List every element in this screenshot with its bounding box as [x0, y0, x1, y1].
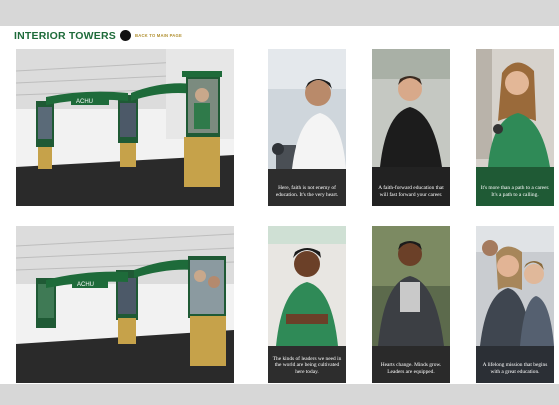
- poster-2[interactable]: A faith-forward education that will fast…: [372, 49, 450, 206]
- photo-placeholder-icon: [372, 49, 450, 206]
- poster-4[interactable]: The kinds of leaders we need in the worl…: [268, 226, 346, 383]
- page-title: INTERIOR TOWERS: [14, 30, 116, 42]
- back-link-label: BACK TO MAIN PAGE: [135, 32, 182, 38]
- tower-render-2[interactable]: ACHU: [16, 226, 234, 383]
- poster-1[interactable]: Here, faith is not enemy of education. I…: [268, 49, 346, 206]
- photo-placeholder-icon: [476, 49, 554, 206]
- tower-render-illustration: ACHU: [16, 226, 234, 383]
- poster-caption: A lifelong mission that begins with a gr…: [482, 362, 548, 375]
- poster-3[interactable]: It's more than a path to a career. It's …: [476, 49, 554, 206]
- poster-caption: Hearts change. Minds grow. Leaders are e…: [380, 362, 442, 375]
- photo-placeholder-icon: [268, 49, 346, 206]
- poster-caption: Here, faith is not enemy of education. I…: [275, 185, 339, 198]
- top-band: [0, 0, 559, 26]
- tower-render-illustration: ACHU: [16, 49, 234, 206]
- poster-6[interactable]: A lifelong mission that begins with a gr…: [476, 226, 554, 383]
- tower-render-1[interactable]: ACHU: [16, 49, 234, 206]
- render-banner-text: ACHU: [76, 99, 93, 105]
- render-banner-text: ACHU: [77, 282, 94, 288]
- back-to-main-page-link[interactable]: BACK TO MAIN PAGE: [120, 28, 182, 42]
- photo-placeholder-icon: [372, 226, 450, 383]
- photo-placeholder-icon: [476, 226, 554, 383]
- poster-caption: The kinds of leaders we need in the worl…: [272, 355, 342, 375]
- poster-caption: A faith-forward education that will fast…: [378, 185, 444, 198]
- back-circle-icon: [120, 29, 131, 41]
- poster-caption: It's more than a path to a career. It's …: [480, 185, 550, 198]
- bottom-band: [0, 384, 559, 405]
- poster-5[interactable]: Hearts change. Minds grow. Leaders are e…: [372, 226, 450, 383]
